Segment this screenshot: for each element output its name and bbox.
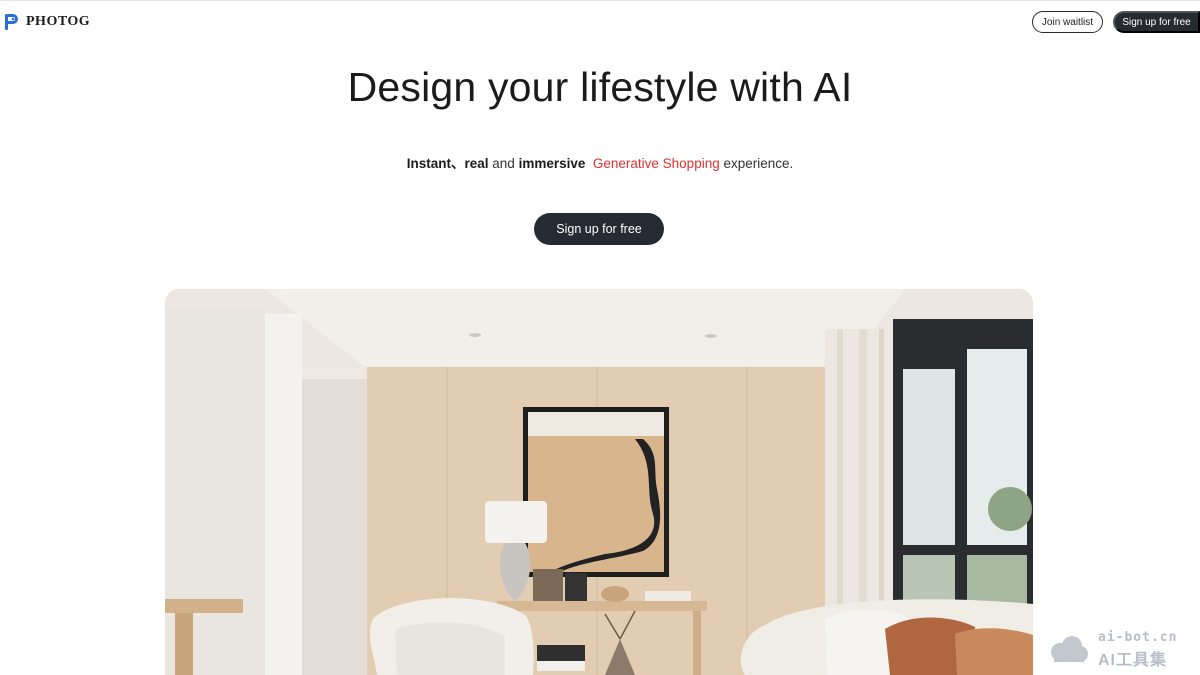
subtitle-separator: 、 [451,156,465,171]
subtitle-generative-shopping: Generative Shopping [592,156,720,171]
watermark-name: AI工具集 [1098,652,1168,669]
subtitle-real: real [464,156,489,171]
living-room-illustration [165,289,1033,675]
subtitle-and: and [488,156,519,171]
cloud-logo-icon [1051,636,1088,662]
hero-subtitle: Instant、real and immersive Generative Sh… [0,152,1200,172]
watermark: ai-bot.cn AI工具集 [1046,630,1196,670]
join-waitlist-button[interactable]: Join waitlist [1032,11,1103,33]
watermark-domain: ai-bot.cn [1098,630,1178,645]
header-signup-button[interactable]: Sign up for free [1113,11,1200,33]
subtitle-tail: experience. [719,156,794,171]
hero-room-image [165,289,1033,675]
subtitle-immersive: immersive [518,156,586,171]
hero-title: Design your lifestyle with AI [347,64,853,110]
brand-name: PHOTOG [26,14,91,29]
subtitle-instant: Instant [406,156,451,171]
brand-logo[interactable]: PHOTOG [4,12,90,32]
photog-logo-icon [5,14,18,30]
hero-signup-button[interactable]: Sign up for free [534,213,664,245]
site-header: PHOTOG Join waitlist Sign up for free [0,0,1200,44]
